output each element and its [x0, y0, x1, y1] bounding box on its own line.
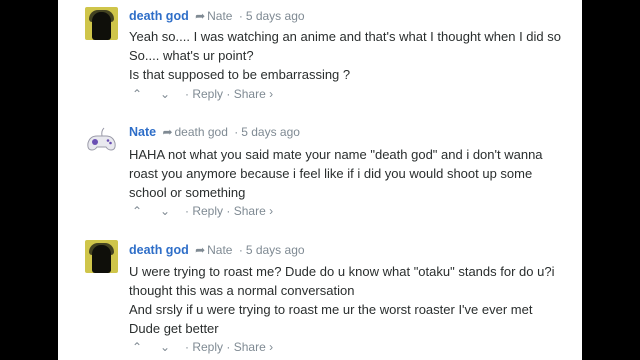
- comment-body: HAHA not what you said mate your name "d…: [129, 145, 581, 202]
- reply-button[interactable]: Reply: [192, 87, 223, 101]
- comment-line: Is that supposed to be embarrassing ?: [129, 67, 351, 82]
- comment-actions: ⌃ ⌄ · Reply · Share ›: [129, 204, 273, 218]
- separator-dot: ·: [226, 340, 231, 354]
- comment-meta: death god ➦ Nate · 5 days ago: [129, 9, 305, 23]
- author-name[interactable]: death god: [129, 243, 189, 257]
- author-name[interactable]: Nate: [129, 125, 156, 139]
- separator-dot: ·: [226, 87, 231, 101]
- reply-to-name[interactable]: Nate: [207, 9, 232, 23]
- comment-actions: ⌃ ⌄ · Reply · Share ›: [129, 340, 273, 354]
- separator-dot: ·: [185, 340, 189, 354]
- separator-dot: ·: [185, 87, 189, 101]
- avatar[interactable]: [85, 7, 118, 40]
- comment-body: U were trying to roast me? Dude do u kno…: [129, 262, 581, 338]
- chevron-down-icon[interactable]: ⌄: [157, 340, 173, 354]
- share-button[interactable]: Share ›: [234, 204, 273, 218]
- comment-meta: Nate ➦ death god · 5 days ago: [129, 125, 300, 139]
- chevron-down-icon[interactable]: ⌄: [157, 204, 173, 218]
- chevron-down-icon[interactable]: ⌄: [157, 87, 173, 101]
- share-button[interactable]: Share ›: [234, 87, 273, 101]
- reply-arrow-icon: ➦: [195, 243, 206, 257]
- comment-line: roast you anymore because i feel like if…: [129, 166, 533, 181]
- comment-line: school or something: [129, 185, 246, 200]
- chevron-up-icon[interactable]: ⌃: [129, 87, 145, 101]
- comment-line: U were trying to roast me? Dude do u kno…: [129, 264, 555, 279]
- comment-line: Yeah so.... I was watching an anime and …: [129, 29, 561, 44]
- avatar[interactable]: [85, 240, 118, 273]
- reply-arrow-icon: ➦: [195, 9, 206, 23]
- separator-dot: ·: [238, 243, 243, 257]
- separator-dot: ·: [238, 9, 243, 23]
- comment-thread: death god ➦ Nate · 5 days ago Yeah so.... …: [58, 0, 582, 360]
- avatar[interactable]: [85, 123, 118, 156]
- reply-button[interactable]: Reply: [192, 340, 223, 354]
- separator-dot: ·: [226, 204, 231, 218]
- reply-arrow-icon: ➦: [162, 125, 173, 139]
- comment-line: And srsly if u were trying to roast me u…: [129, 302, 533, 317]
- comment-line: HAHA not what you said mate your name "d…: [129, 147, 543, 162]
- comment-line: thought this was a normal conversation: [129, 283, 355, 298]
- timestamp[interactable]: 5 days ago: [241, 125, 300, 139]
- reply-button[interactable]: Reply: [192, 204, 223, 218]
- reply-to-name[interactable]: Nate: [207, 243, 232, 257]
- share-button[interactable]: Share ›: [234, 340, 273, 354]
- timestamp[interactable]: 5 days ago: [246, 243, 305, 257]
- author-name[interactable]: death god: [129, 9, 189, 23]
- comment-line: Dude get better: [129, 321, 219, 336]
- separator-dot: ·: [234, 125, 239, 139]
- chevron-up-icon[interactable]: ⌃: [129, 204, 145, 218]
- chevron-up-icon[interactable]: ⌃: [129, 340, 145, 354]
- gamepad-icon: [87, 127, 116, 151]
- timestamp[interactable]: 5 days ago: [246, 9, 305, 23]
- comment-body: Yeah so.... I was watching an anime and …: [129, 27, 581, 84]
- comment-line: So.... what's ur point?: [129, 48, 254, 63]
- separator-dot: ·: [185, 204, 189, 218]
- comment-meta: death god ➦ Nate · 5 days ago: [129, 243, 305, 257]
- comment-actions: ⌃ ⌄ · Reply · Share ›: [129, 87, 273, 101]
- reply-to-name[interactable]: death god: [175, 125, 228, 139]
